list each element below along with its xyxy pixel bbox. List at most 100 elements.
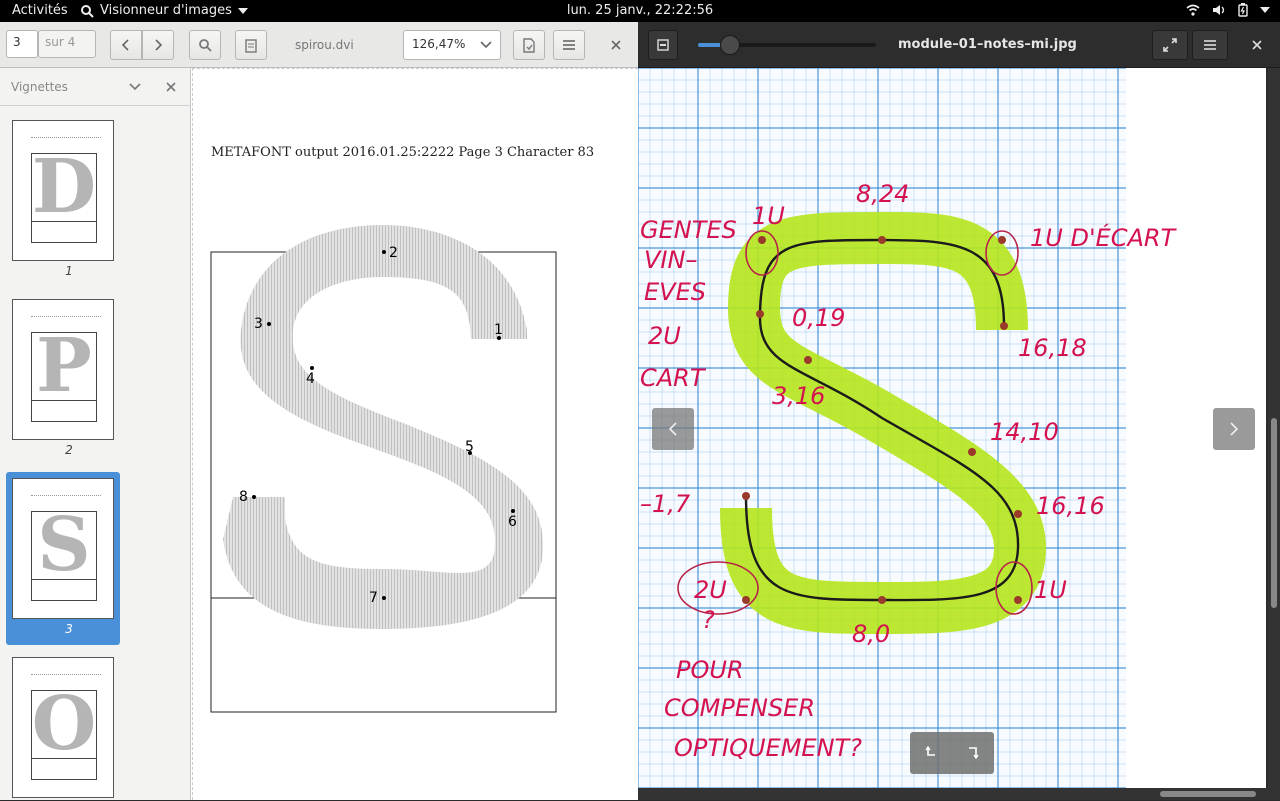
point-marker <box>310 366 314 370</box>
note-left: 2U <box>648 322 681 350</box>
point-label: 1 <box>494 322 503 338</box>
note-left: GENTES <box>640 216 737 244</box>
previous-image-button[interactable] <box>652 408 694 450</box>
note-coordinate: 0,19 <box>792 304 845 332</box>
chevron-left-icon <box>121 39 129 51</box>
note-top-left: 1U <box>752 202 785 230</box>
close-button[interactable] <box>1242 30 1272 60</box>
thumbnail-page-3[interactable]: S 3 <box>6 472 120 645</box>
fullscreen-button[interactable] <box>1152 30 1188 60</box>
image-viewer-icon <box>81 4 94 18</box>
ink-dot <box>998 236 1006 244</box>
close-button[interactable] <box>600 30 632 60</box>
ink-dot <box>758 236 766 244</box>
image-file-name: module–01–notes–mi.jpg <box>898 37 1077 52</box>
thumbnails-sidebar: Vignettes D 1 P 2 S 3 O <box>0 68 191 800</box>
next-page-button[interactable] <box>142 30 174 60</box>
close-icon <box>611 40 621 50</box>
app-menu[interactable]: Visionneur d'images <box>80 3 248 18</box>
rotate-right-icon <box>969 747 979 760</box>
thumbnail-page-2[interactable]: P 2 <box>6 293 120 466</box>
chevron-left-icon <box>668 422 677 436</box>
clock[interactable]: lun. 25 janv., 22:22:56 <box>567 3 713 18</box>
note-coordinate: 16,18 <box>1018 334 1087 362</box>
image-viewer-headerbar: module–01–notes–mi.jpg <box>638 22 1280 68</box>
chevron-down-icon[interactable] <box>129 83 141 91</box>
menu-button[interactable] <box>553 30 585 60</box>
note-left: VIN– <box>644 246 697 274</box>
thumbnail-label: 1 <box>65 264 73 278</box>
glyph-s-outline <box>223 225 544 629</box>
ink-dot <box>804 356 812 364</box>
note-top: 8,24 <box>856 180 909 208</box>
ink-dot <box>1000 322 1008 330</box>
image-canvas[interactable]: 8,24 1U 1U D'ÉCART GENTES VIN– EVES 2U C… <box>638 68 1266 788</box>
point-label: 3 <box>254 316 263 332</box>
chevron-down-icon <box>1260 7 1270 13</box>
note-coordinate: 16,16 <box>1036 492 1105 520</box>
annotations-button[interactable] <box>235 30 267 60</box>
zoom-slider[interactable] <box>698 35 876 55</box>
ink-dot <box>1014 596 1022 604</box>
rotate-left-button[interactable] <box>910 732 952 774</box>
menu-button[interactable] <box>1192 30 1228 60</box>
chevron-down-icon <box>237 7 248 14</box>
thumbnail-page-1[interactable]: D 1 <box>6 114 120 287</box>
scanned-notes-image: 8,24 1U 1U D'ÉCART GENTES VIN– EVES 2U C… <box>638 68 1178 788</box>
scrollbar-thumb[interactable] <box>1160 791 1256 797</box>
page-number-input[interactable]: 3 <box>6 30 38 58</box>
zoom-slider-handle[interactable] <box>720 35 741 55</box>
volume-icon <box>1213 5 1225 15</box>
open-document-button[interactable] <box>513 30 545 60</box>
hamburger-icon <box>563 40 575 50</box>
note-coordinate: 3,16 <box>772 382 825 410</box>
note-bottom-right: 1U <box>1034 576 1067 604</box>
app-menu-label: Visionneur d'images <box>100 3 232 18</box>
next-image-button[interactable] <box>1213 408 1255 450</box>
zoom-out-icon <box>657 39 669 51</box>
ink-dot <box>878 596 886 604</box>
system-menu[interactable] <box>1186 3 1270 17</box>
close-icon[interactable] <box>166 82 176 92</box>
chevron-right-icon <box>155 39 163 51</box>
note-bottom-left: 2U <box>694 576 727 604</box>
point-label: 2 <box>389 245 398 261</box>
vertical-scrollbar[interactable] <box>1268 68 1280 788</box>
clipboard-icon <box>245 38 257 53</box>
horizontal-scrollbar[interactable] <box>638 788 1280 800</box>
point-label: 7 <box>369 590 378 606</box>
note-left: CART <box>640 364 707 392</box>
ink-dot <box>1014 510 1022 518</box>
document-viewer-headerbar: 3 sur 4 spirou.dvi 126,47% <box>0 22 638 68</box>
point-marker <box>382 596 386 600</box>
thumbnail-glyph: D <box>31 144 97 230</box>
thumbnail-glyph: P <box>36 323 92 409</box>
point-marker <box>267 322 271 326</box>
chevron-right-icon <box>1230 422 1239 436</box>
page-count-label: sur 4 <box>38 30 96 58</box>
note-question: ? <box>702 606 715 634</box>
battery-icon <box>1238 3 1248 17</box>
search-button[interactable] <box>189 30 221 60</box>
note-optiquement: OPTIQUEMENT? <box>674 734 862 762</box>
document-title: spirou.dvi <box>295 38 354 52</box>
document-page-view: METAFONT output 2016.01.25:2222 Page 3 C… <box>192 68 638 800</box>
rotate-toolbar <box>910 732 994 774</box>
note-pour: POUR <box>676 656 744 684</box>
point-label: 4 <box>306 371 315 387</box>
wifi-icon <box>1186 4 1200 16</box>
thumbnail-page-4[interactable]: O <box>6 651 120 800</box>
sidebar-header: Vignettes <box>0 68 190 106</box>
scrollbar-thumb[interactable] <box>1271 418 1277 608</box>
rotate-right-button[interactable] <box>952 732 994 774</box>
activities-button[interactable]: Activités <box>12 3 68 18</box>
point-label: 8 <box>239 489 248 505</box>
metafont-glyph-proof: 1 2 3 4 5 6 7 8 <box>210 225 557 713</box>
previous-page-button[interactable] <box>110 30 142 60</box>
point-label: 6 <box>508 514 517 530</box>
zoom-select[interactable]: 126,47% <box>403 30 501 60</box>
thumbnail-glyph: O <box>31 681 97 767</box>
note-top-right: 1U D'ÉCART <box>1030 223 1178 252</box>
zoom-fit-button[interactable] <box>648 30 678 60</box>
sidebar-title: Vignettes <box>11 80 68 94</box>
